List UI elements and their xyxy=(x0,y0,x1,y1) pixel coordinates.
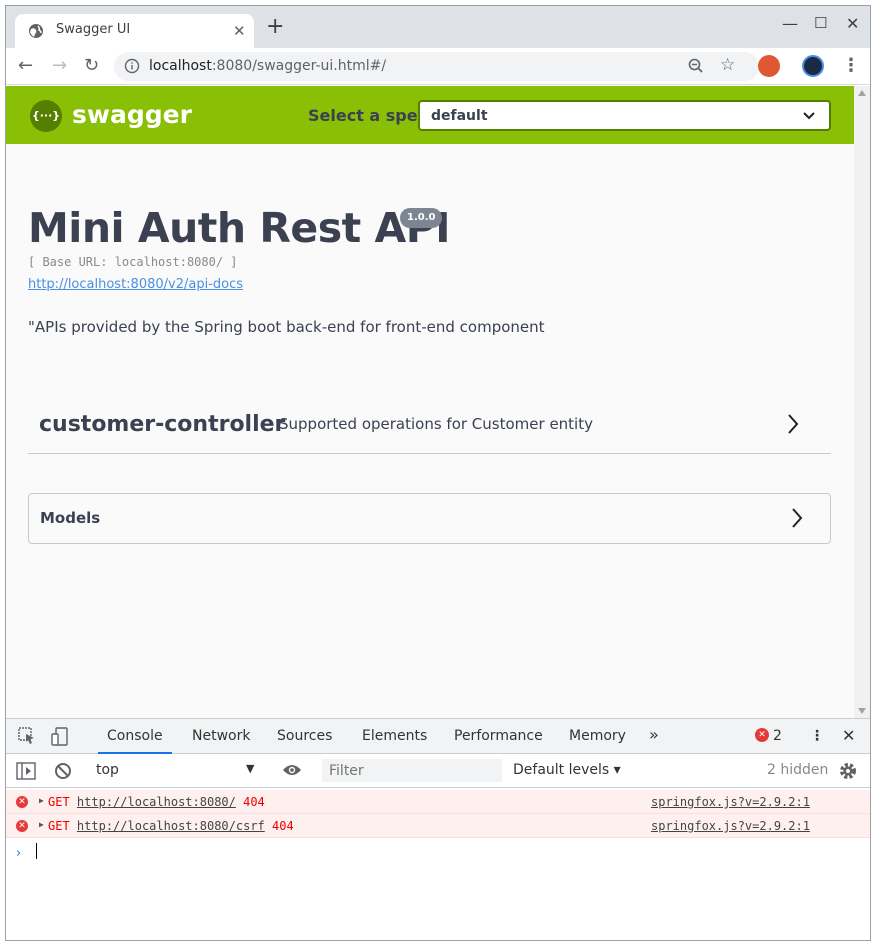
expand-triangle-icon[interactable]: ▶ xyxy=(39,796,44,805)
browser-window: Swagger UI ✕ + — ☐ ✕ ← → ↻ localhost:808… xyxy=(5,5,871,941)
error-method: GET xyxy=(48,795,70,809)
tab-performance[interactable]: Performance xyxy=(454,728,543,744)
filter-field[interactable] xyxy=(323,760,501,782)
error-count[interactable]: 2 xyxy=(773,728,782,744)
devtools-tabbar: Console Network Sources Elements Perform… xyxy=(6,719,870,754)
more-tabs-icon[interactable]: » xyxy=(649,725,659,744)
back-icon[interactable]: ← xyxy=(18,54,33,78)
close-tab-icon[interactable]: ✕ xyxy=(233,22,246,40)
error-icon: ✕ xyxy=(16,820,28,832)
context-selector[interactable]: top xyxy=(96,762,119,778)
version-badge: 1.0.0 xyxy=(400,208,443,228)
device-toolbar-icon[interactable] xyxy=(50,727,70,747)
duckduckgo-extension-icon[interactable] xyxy=(758,55,780,77)
console-error-row[interactable]: ✕ ▶ GET http://localhost:8080/ 404 sprin… xyxy=(6,790,870,814)
tag-name: customer-controller xyxy=(39,412,286,437)
bookmark-star-icon[interactable]: ☆ xyxy=(720,55,735,75)
swagger-topbar: {···} swagger Select a spec default xyxy=(6,86,854,144)
tab-console[interactable]: Console xyxy=(98,728,172,754)
error-icon: ✕ xyxy=(16,796,28,808)
spec-select-value: default xyxy=(431,108,488,124)
swagger-logo-icon[interactable]: {···} xyxy=(30,100,62,132)
log-levels-label: Default levels xyxy=(513,762,610,778)
error-method: GET xyxy=(48,819,70,833)
tab-sources[interactable]: Sources xyxy=(277,728,332,744)
api-title: Mini Auth Rest API xyxy=(28,204,451,252)
maximize-icon[interactable]: ☐ xyxy=(814,14,827,32)
devtools-panel: Console Network Sources Elements Perform… xyxy=(6,718,870,940)
inspect-element-icon[interactable] xyxy=(18,727,36,745)
tab-network[interactable]: Network xyxy=(192,728,250,744)
scroll-up-icon[interactable] xyxy=(858,90,866,96)
console-error-row[interactable]: ✕ ▶ GET http://localhost:8080/csrf 404 s… xyxy=(6,814,870,838)
minimize-icon[interactable]: — xyxy=(782,14,798,33)
models-section[interactable]: Models xyxy=(28,493,831,544)
browser-tab[interactable]: Swagger UI ✕ xyxy=(15,14,254,48)
api-description: "APIs provided by the Spring boot back-e… xyxy=(28,318,545,336)
error-source-link[interactable]: springfox.js?v=2.9.2:1 xyxy=(651,795,810,809)
address-bar[interactable]: localhost:8080/swagger-ui.html#/ ☆ xyxy=(114,52,759,81)
error-status: 404 xyxy=(272,819,294,833)
url-text: localhost:8080/swagger-ui.html#/ xyxy=(149,58,386,74)
url-host: localhost xyxy=(149,58,212,74)
browser-menu-icon[interactable]: ⋮ xyxy=(842,54,860,78)
tag-section-customer-controller[interactable]: customer-controller Supported operations… xyxy=(28,398,831,454)
error-url-link[interactable]: http://localhost:8080/ xyxy=(77,795,236,809)
console-filter-input[interactable] xyxy=(322,759,502,782)
error-count-icon[interactable]: ✕ xyxy=(755,728,769,742)
error-source-link[interactable]: springfox.js?v=2.9.2:1 xyxy=(651,819,810,833)
zoom-out-icon[interactable] xyxy=(687,57,705,75)
devtools-close-icon[interactable]: ✕ xyxy=(842,726,855,745)
tab-title: Swagger UI xyxy=(56,22,131,37)
tag-description: Supported operations for Customer entity xyxy=(279,415,593,433)
page-scrollbar[interactable] xyxy=(854,86,870,718)
swagger-logo-text[interactable]: swagger xyxy=(72,100,192,129)
log-levels-dropdown[interactable]: Default levels ▾ xyxy=(513,762,621,778)
new-tab-icon[interactable]: + xyxy=(266,16,284,38)
scroll-down-icon[interactable] xyxy=(858,708,866,714)
console-toolbar: top ▼ Default levels ▾ 2 hidden xyxy=(6,754,870,788)
browser-toolbar: ← → ↻ localhost:8080/swagger-ui.html#/ ☆… xyxy=(6,48,870,85)
forward-icon[interactable]: → xyxy=(52,54,67,78)
info-icon[interactable] xyxy=(124,58,140,74)
clear-console-icon[interactable] xyxy=(54,762,72,780)
sidebar-toggle-icon[interactable] xyxy=(16,762,36,780)
url-path: :8080/swagger-ui.html#/ xyxy=(211,58,387,74)
tab-strip: Swagger UI ✕ + — ☐ ✕ xyxy=(6,6,870,48)
models-label: Models xyxy=(40,509,101,527)
tab-memory[interactable]: Memory xyxy=(569,728,626,744)
error-status: 404 xyxy=(243,795,265,809)
globe-icon xyxy=(29,24,43,38)
spec-label: Select a spec xyxy=(308,106,428,125)
console-input-caret[interactable] xyxy=(36,843,37,859)
base-url: [ Base URL: localhost:8080/ ] xyxy=(28,255,238,269)
chevron-right-icon[interactable] xyxy=(786,413,800,435)
spec-select[interactable]: default xyxy=(418,100,831,131)
eye-icon[interactable] xyxy=(282,763,302,777)
profile-avatar[interactable] xyxy=(802,55,824,77)
console-prompt-icon: › xyxy=(16,846,22,861)
hidden-count: 2 hidden xyxy=(767,762,829,778)
api-docs-link[interactable]: http://localhost:8080/v2/api-docs xyxy=(28,277,243,292)
reload-icon[interactable]: ↻ xyxy=(84,54,99,78)
devtools-menu-icon[interactable]: ⋮ xyxy=(810,728,824,744)
gear-icon[interactable] xyxy=(838,761,858,781)
window-close-icon[interactable]: ✕ xyxy=(846,14,859,33)
chevron-right-icon[interactable] xyxy=(790,507,804,529)
chevron-down-icon xyxy=(803,112,815,120)
tab-elements[interactable]: Elements xyxy=(362,728,427,744)
error-url-link[interactable]: http://localhost:8080/csrf xyxy=(77,819,265,833)
swagger-page: {···} swagger Select a spec default Mini… xyxy=(6,86,854,718)
expand-triangle-icon[interactable]: ▶ xyxy=(39,820,44,829)
context-dropdown-icon[interactable]: ▼ xyxy=(246,762,254,775)
